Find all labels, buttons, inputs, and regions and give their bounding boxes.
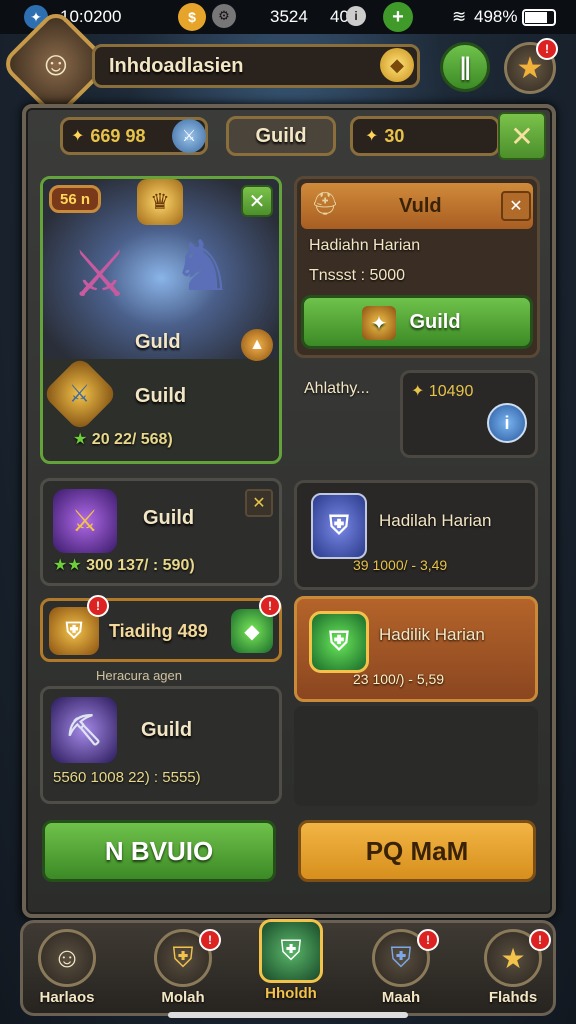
hero-warrior-right-icon: ♞ [171, 227, 234, 305]
coin-icon-small: ✦ [411, 383, 425, 400]
ally-value-text: 10490 [428, 383, 474, 400]
battery-icon [522, 9, 556, 26]
notification-badge: ! [87, 595, 109, 617]
reward-panel: ⛑ Vuld ✕ Hadiahn Harian Tnssst : 5000 ✦ … [294, 176, 540, 358]
gem-counter[interactable]: ✦ 30 [350, 116, 500, 156]
home-indicator [168, 1012, 408, 1018]
item-sort-button[interactable]: ✕ [245, 489, 273, 517]
coin-status-icon: $ [178, 3, 206, 31]
item-name: Hadilah Harian [379, 511, 492, 530]
item-sub-label: Heracura agen [96, 668, 182, 683]
info-status-icon: i [346, 6, 366, 26]
notification-badge: ! [536, 38, 558, 60]
item-stats-value: 300 137/ : 590) [86, 557, 195, 574]
pause-button[interactable]: ∥ [440, 42, 490, 92]
ally-label: Ahlathy... [304, 380, 370, 397]
star-icon: ★★ [53, 557, 82, 574]
hero-card[interactable]: ⚔ ♞ 56 n ♛ ✕ Guld ▲ ⚔ Guild ★ 20 22/ 568… [40, 176, 282, 464]
plus-status-icon: + [383, 2, 413, 32]
hero-title: Guld [135, 331, 181, 353]
battery-text: 498% [474, 7, 518, 26]
reward-line-1: Hadiahn Harian [309, 237, 421, 254]
item-card-trading[interactable]: ⛨ ! Tiadihg 489 ◆ ! [40, 595, 282, 662]
shield-icon[interactable]: ⚔ [172, 119, 206, 153]
item-card-daily[interactable]: ⛨ Hadilah Harian 39 1000/ - 3,49 [294, 480, 538, 590]
green-shield-nav-icon: ⛨ [259, 919, 323, 983]
notification-badge: ! [529, 929, 551, 951]
tab-guild[interactable]: Guild [226, 116, 336, 156]
gem-icon: ✦ [365, 128, 379, 145]
nav-guild[interactable]: ⛨ Hholdh [247, 919, 335, 1003]
reward-guild-button[interactable]: ✦ Guild [301, 295, 533, 349]
crest-icon: ♛ [137, 179, 183, 225]
player-name-bar[interactable]: Inhdoadlasien [92, 44, 420, 88]
gold-medal-icon[interactable]: ◆ [380, 48, 414, 82]
ally-box[interactable]: ✦ 10490 i [400, 370, 538, 458]
hero-warrior-left-icon: ⚔ [71, 238, 129, 310]
player-name: Inhdoadlasien [109, 54, 244, 77]
hero-portrait-icon: ☺ [38, 929, 96, 987]
star-icon: ★ [73, 431, 88, 448]
axe-icon: ⛏ [51, 697, 117, 763]
reward-title: Vuld [399, 195, 442, 217]
hero-emblem-icon: ⚔ [43, 355, 119, 433]
notification-badge: ! [417, 929, 439, 951]
empty-slot [294, 706, 538, 806]
blue-shield-icon: ⛨ [311, 493, 367, 559]
item-stats: ★★ 300 137/ : 590) [53, 555, 195, 575]
nav-rewards[interactable]: ★ Flahds ! [469, 929, 557, 1013]
item-stats: 23 100/) - 5,59 [353, 671, 445, 687]
leaf-icon: ✦ [362, 306, 396, 340]
hero-upgrade-icon[interactable]: ▲ [241, 329, 273, 361]
item-card-daily-2[interactable]: ⛨ Hadilik Harian 23 100/) - 5,59 [294, 596, 538, 702]
bottom-nav: ☺ Harlaos ⛨ Molah ! ⛨ Hholdh ⛨ Maah ! ★ … [20, 919, 557, 1016]
hero-subtitle: Guild [135, 385, 187, 407]
nav-missions[interactable]: ⛨ Maah ! [357, 929, 445, 1013]
nav-shop[interactable]: ⛨ Molah ! [139, 929, 227, 1013]
gem-value: 30 [384, 125, 405, 146]
item-name: Guild [141, 719, 193, 741]
hero-stats: ★ 20 22/ 568) [73, 429, 173, 449]
notification-badge: ! [259, 595, 281, 617]
hero-close-button[interactable]: ✕ [241, 185, 273, 217]
status-value: 3524 [270, 7, 308, 26]
item-stats: 39 1000/ - 3,49 [353, 557, 448, 573]
reward-line-2: Tnssst : 5000 [309, 267, 406, 284]
nav-heroes[interactable]: ☺ Harlaos [23, 929, 111, 1013]
hero-face-icon: ☺ [38, 44, 74, 83]
tab-guild-label: Guild [255, 124, 307, 147]
sword-icon: ⚔ [53, 489, 117, 553]
reward-close-button[interactable]: ✕ [501, 191, 531, 221]
item-name: Tiadihg 489 [109, 621, 208, 641]
item-stats: 5560 1008 22) : 5555) [53, 769, 201, 786]
hero-level: 56 n [49, 185, 101, 213]
nav-label: Hholdh [265, 985, 317, 1002]
nav-label: Harlaos [39, 989, 95, 1006]
reward-button-label: Guild [409, 310, 461, 333]
gear-status-icon: ⚙ [212, 4, 236, 28]
item-name: Hadilik Harian [379, 625, 485, 644]
reward-header: ⛑ Vuld ✕ [301, 183, 533, 229]
notification-badge: ! [199, 929, 221, 951]
primary-action-button[interactable]: N BVUIO [42, 820, 276, 882]
info-button[interactable]: i [487, 403, 527, 443]
item-card-guild-2[interactable]: ⛏ Guild 5560 1008 22) : 5555) [40, 686, 282, 804]
gold-value: 669 98 [90, 125, 146, 146]
helmet-icon: ⛑ [311, 191, 339, 216]
item-name: Guild [143, 507, 195, 529]
ally-value: ✦ 10490 [411, 381, 473, 401]
green-shield-icon: ⛨ [309, 611, 369, 673]
close-button[interactable]: ✕ [498, 112, 546, 160]
nav-label: Flahds [488, 989, 538, 1006]
hero-level-value: 56 n [59, 190, 90, 208]
coin-icon: ✦ [71, 128, 85, 145]
wifi-icon: ≋ [452, 7, 467, 26]
secondary-action-button[interactable]: PQ MaM [298, 820, 536, 882]
nav-label: Maah [381, 989, 421, 1006]
nav-label: Molah [161, 989, 205, 1006]
hero-stats-value: 20 22/ 568) [91, 431, 173, 448]
item-card-guild[interactable]: ⚔ Guild ✕ ★★ 300 137/ : 590) [40, 478, 282, 586]
